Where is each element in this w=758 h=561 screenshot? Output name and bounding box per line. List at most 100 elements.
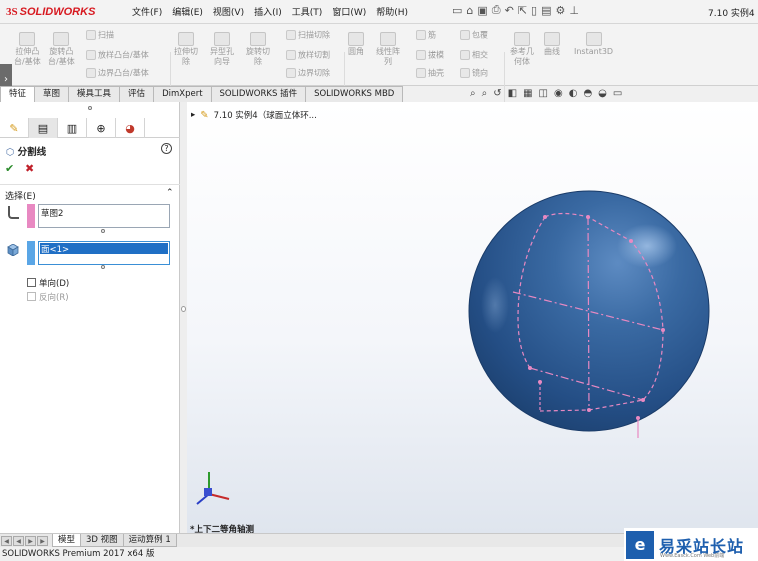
sketch-point[interactable]: [587, 408, 591, 412]
tab-features[interactable]: 特征: [0, 86, 36, 102]
file-properties-icon[interactable]: ▤: [541, 4, 551, 17]
sketch-point[interactable]: [661, 328, 665, 332]
display-style-icon[interactable]: ◉: [554, 88, 563, 99]
loft-cut-button[interactable]: 放样切割: [286, 50, 330, 61]
intersect-button[interactable]: 相交: [460, 50, 488, 61]
sketch-point[interactable]: [636, 416, 640, 420]
next-tab-icon[interactable]: ▶: [25, 536, 36, 546]
reverse-direction-label[interactable]: 反向(R): [39, 291, 69, 303]
sketch-point[interactable]: [543, 215, 547, 219]
tab-3d-views[interactable]: 3D 视图: [80, 534, 124, 547]
property-manager-tab-icon[interactable]: ▤: [29, 118, 58, 138]
ds-logo-mark: 3S: [6, 6, 18, 18]
zoom-area-icon[interactable]: ⌕: [482, 88, 488, 99]
curves-button[interactable]: 曲线: [544, 32, 560, 57]
loft-boss-button[interactable]: 放样凸台/基体: [86, 50, 149, 61]
revolve-cut-button[interactable]: 旋转切 除: [246, 32, 270, 67]
splitter-handle-icon[interactable]: [181, 306, 186, 312]
tab-dimxpert[interactable]: DimXpert: [153, 86, 212, 102]
solidworks-logo[interactable]: 3S SOLIDWORKS: [6, 4, 114, 20]
mirror-button[interactable]: 镜向: [460, 68, 488, 79]
shell-button[interactable]: 抽壳: [416, 68, 444, 79]
panel-splitter[interactable]: [180, 102, 187, 533]
hide-show-icon[interactable]: ◐: [569, 88, 578, 99]
sketch-point[interactable]: [528, 366, 532, 370]
help-icon[interactable]: ?: [161, 143, 172, 154]
edit-appearance-icon[interactable]: ◓: [583, 88, 592, 99]
menu-edit[interactable]: 编辑(E): [172, 5, 203, 18]
sketch-list-item[interactable]: 草图2: [41, 207, 63, 219]
faces-to-split-listbox[interactable]: 面<1>: [38, 241, 170, 265]
hole-wizard-button[interactable]: 异型孔 向导: [210, 32, 234, 67]
sketch-to-project-listbox[interactable]: 草图2: [38, 204, 170, 228]
prev-tab-icon[interactable]: ◀: [13, 536, 24, 546]
instant3d-button[interactable]: Instant3D: [574, 32, 613, 57]
previous-view-icon[interactable]: ↺: [493, 88, 501, 99]
feature-manager-tab-icon[interactable]: ✎: [0, 118, 29, 138]
single-direction-checkbox[interactable]: [27, 278, 36, 287]
last-tab-icon[interactable]: ▶: [37, 536, 48, 546]
fillet-label: 圆角: [348, 47, 364, 56]
options-gear-icon[interactable]: ⚙: [556, 4, 566, 17]
listbox-resize-dot[interactable]: [101, 265, 105, 269]
menu-insert[interactable]: 插入(I): [254, 5, 282, 18]
boundary-boss-button[interactable]: 边界凸台/基体: [86, 68, 149, 79]
view-orientation-icon[interactable]: ◫: [539, 88, 548, 99]
menu-file[interactable]: 文件(F): [132, 5, 162, 18]
apply-scene-icon[interactable]: ◒: [598, 88, 607, 99]
rebuild-icon[interactable]: ▯: [531, 4, 537, 17]
revolve-boss-button[interactable]: 旋转凸 台/基体: [48, 32, 75, 67]
fillet-button[interactable]: 圆角: [348, 32, 364, 57]
wrap-button[interactable]: 包覆: [460, 30, 488, 41]
zoom-to-fit-icon[interactable]: ⌕: [470, 88, 476, 99]
menu-view[interactable]: 视图(V): [213, 5, 244, 18]
display-manager-tab-icon[interactable]: ◕: [116, 118, 145, 138]
print-icon[interactable]: ⎙: [492, 3, 501, 17]
collapse-chevron-icon[interactable]: ⌃: [166, 188, 174, 198]
view-settings-icon[interactable]: ▭: [613, 88, 622, 99]
section-view-icon[interactable]: ◧: [508, 88, 517, 99]
dynamic-annotation-icon[interactable]: ▦: [523, 88, 532, 99]
new-document-icon[interactable]: ▭: [452, 4, 462, 17]
menu-help[interactable]: 帮助(H): [376, 5, 408, 18]
tab-mold-tools[interactable]: 模具工具: [68, 86, 121, 102]
sketch-point[interactable]: [586, 215, 590, 219]
draft-button[interactable]: 拔模: [416, 50, 444, 61]
single-direction-label[interactable]: 单向(D): [39, 277, 69, 289]
configuration-manager-tab-icon[interactable]: ▥: [58, 118, 87, 138]
tab-evaluate[interactable]: 评估: [119, 86, 155, 102]
ok-button[interactable]: ✔: [5, 162, 14, 175]
graphics-area[interactable]: ▸ ✎ 7.10 实例4（球面立体环... *上下二等角轴测: [187, 102, 758, 533]
open-icon[interactable]: ⌂: [466, 4, 473, 17]
sketch-point[interactable]: [538, 380, 542, 384]
reference-geometry-button[interactable]: 参考几 何体: [510, 32, 534, 67]
select-icon[interactable]: ⇱: [518, 4, 527, 17]
rib-button[interactable]: 筋: [416, 30, 436, 41]
menu-tools[interactable]: 工具(T): [292, 5, 323, 18]
linear-pattern-button[interactable]: 线性阵 列: [376, 32, 400, 67]
tab-model[interactable]: 模型: [52, 534, 82, 547]
tab-motion-study[interactable]: 运动算例 1: [122, 534, 177, 547]
command-manager: › 拉伸凸 台/基体 旋转凸 台/基体 扫描 放样凸台/基体 边界凸台/基体 拉…: [0, 24, 758, 104]
listbox-resize-dot[interactable]: [101, 229, 105, 233]
tab-sketch[interactable]: 草图: [34, 86, 70, 102]
cancel-button[interactable]: ✖: [25, 162, 34, 175]
undo-icon[interactable]: ↶: [505, 4, 514, 17]
dimxpert-manager-tab-icon[interactable]: ⊕: [87, 118, 116, 138]
first-tab-icon[interactable]: ◀: [1, 536, 12, 546]
extrude-boss-button[interactable]: 拉伸凸 台/基体: [14, 32, 41, 67]
reverse-direction-checkbox[interactable]: [27, 292, 36, 301]
selection-group-label[interactable]: 选择(E): [5, 189, 36, 202]
extrude-cut-button[interactable]: 拉伸切 除: [174, 32, 198, 67]
sweep-button[interactable]: 扫描: [86, 30, 114, 41]
sketch-point[interactable]: [641, 398, 645, 402]
sweep-cut-button[interactable]: 扫描切除: [286, 30, 330, 41]
face-list-item[interactable]: 面<1>: [40, 243, 168, 255]
boundary-cut-button[interactable]: 边界切除: [286, 68, 330, 79]
sketch-point[interactable]: [629, 239, 633, 243]
tab-solidworks-mbd[interactable]: SOLIDWORKS MBD: [305, 86, 404, 102]
pin-icon[interactable]: ⊥: [569, 4, 579, 17]
tab-solidworks-addins[interactable]: SOLIDWORKS 插件: [210, 86, 307, 102]
menu-window[interactable]: 窗口(W): [332, 5, 366, 18]
save-icon[interactable]: ▣: [477, 4, 487, 17]
